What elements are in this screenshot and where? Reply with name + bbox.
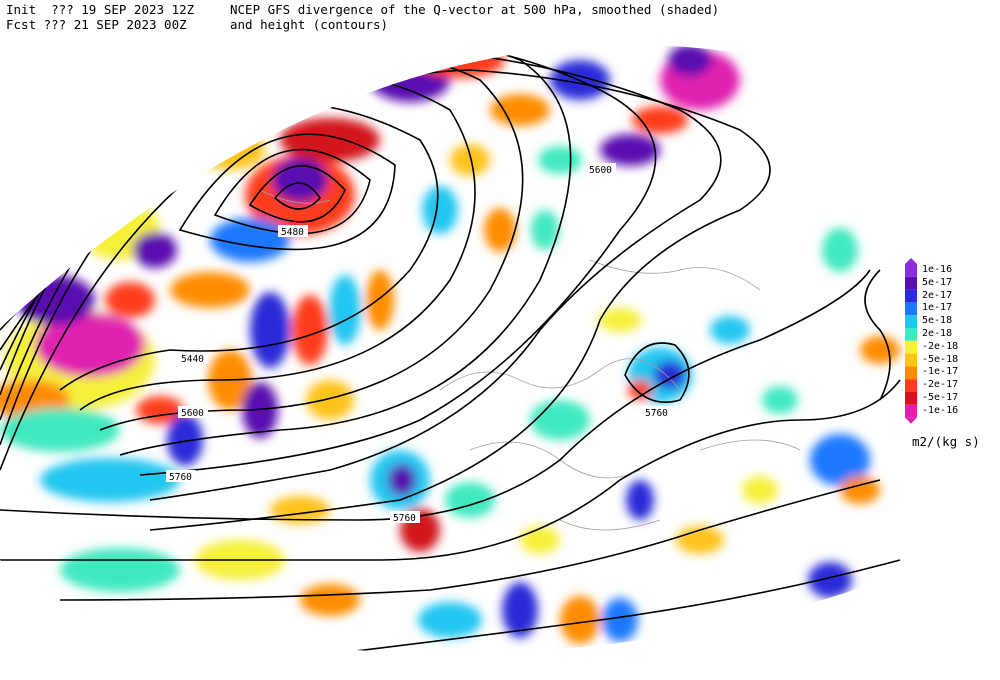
legend-label: -1e-17	[922, 366, 959, 378]
shade-blob	[530, 400, 590, 440]
shade-blob	[450, 144, 490, 176]
legend-swatch	[905, 328, 917, 341]
shade-blob	[170, 272, 250, 308]
shade-blob	[300, 584, 360, 616]
contour-label: 5600	[181, 408, 204, 419]
legend-swatch	[905, 392, 917, 405]
shade-blob	[250, 292, 290, 368]
shade-blob	[602, 598, 638, 642]
units-label: m2/(kg s)	[912, 434, 980, 449]
shade-blob	[822, 228, 858, 272]
shade-blob	[415, 45, 505, 78]
contour-label: 5480	[281, 227, 304, 238]
shade-blob	[520, 526, 560, 554]
legend-label: 5e-17	[922, 276, 953, 288]
shade-blob	[538, 146, 582, 174]
shade-blob	[15, 275, 95, 325]
legend-bottom-cap	[905, 417, 917, 424]
legend-label: -5e-17	[922, 392, 959, 403]
legend-swatch	[905, 404, 917, 418]
shade-blob	[40, 458, 180, 502]
shade-blob	[105, 282, 155, 318]
weather-map: 5600 5480 5440 5600 5760 5760 5760	[0, 45, 910, 654]
shade-blob	[626, 480, 654, 520]
legend-top-cap	[905, 258, 917, 264]
legend-label: 2e-18	[922, 328, 953, 339]
legend-label: 1e-17	[922, 302, 953, 314]
shade-blob	[762, 386, 798, 414]
legend-swatch	[905, 340, 917, 354]
shade-blob	[272, 158, 328, 202]
legend-label: 1e-16	[922, 264, 953, 275]
legend-swatch	[905, 276, 917, 290]
shade-blob	[422, 186, 458, 234]
legend-label: 5e-18	[922, 315, 953, 327]
shade-blob	[490, 94, 550, 126]
legend-swatch	[905, 379, 917, 392]
shade-blob	[366, 270, 394, 330]
legend-label: -2e-18	[922, 340, 959, 352]
legend-label: -2e-17	[922, 379, 959, 391]
contour-label: 5440	[181, 354, 204, 365]
shade-blob	[370, 58, 450, 102]
legend-swatch	[905, 289, 917, 303]
color-legend: 1e-16 5e-17 2e-17 1e-17 5e-18 2e-18 -2e-18 -5e-…	[900, 258, 1000, 458]
shade-blob	[710, 316, 750, 344]
contour-label: 5600	[589, 165, 612, 176]
contour-label: 5760	[169, 472, 192, 483]
legend-swatch	[905, 264, 917, 277]
shade-blob	[388, 464, 416, 496]
shade-blob	[668, 45, 712, 76]
shade-blob	[600, 134, 660, 166]
shade-blob	[306, 380, 354, 420]
legend-swatch	[905, 366, 917, 380]
shade-blob	[60, 548, 180, 592]
contour-label: 5760	[645, 408, 668, 419]
shade-blob	[133, 232, 177, 268]
shade-blob	[418, 602, 482, 638]
shade-blob	[484, 208, 516, 252]
shade-blob	[742, 476, 778, 504]
legend-label: -5e-18	[922, 353, 959, 365]
legend-label: -1e-16	[922, 404, 959, 416]
shade-blob	[808, 562, 852, 598]
shade-blob	[860, 336, 900, 364]
legend-swatch	[905, 315, 917, 328]
contour-label: 5760	[393, 513, 416, 524]
shade-blob	[329, 275, 361, 345]
legend-swatch	[905, 302, 917, 316]
legend-color-bar	[905, 258, 917, 424]
legend-swatch	[905, 353, 917, 367]
map-domain: 5600 5480 5440 5600 5760 5760 5760	[0, 45, 910, 654]
shade-blob	[840, 476, 880, 504]
legend-label: 2e-17	[922, 289, 953, 301]
